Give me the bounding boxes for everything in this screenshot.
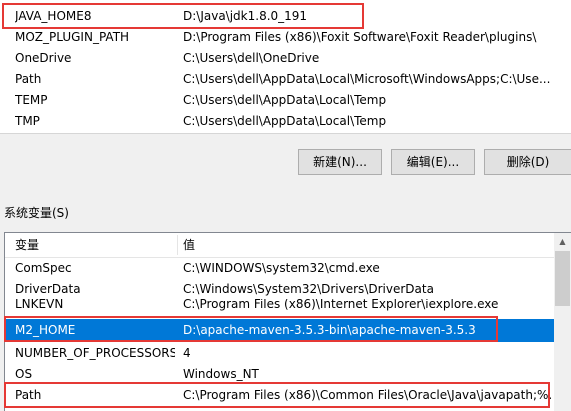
variable-name: NUMBER_OF_PROCESSORS: [15, 346, 175, 360]
variable-name: LNKEVN: [15, 299, 64, 311]
variable-name: Path: [15, 72, 42, 86]
user-variable-row[interactable]: MOZ_PLUGIN_PATH D:\Program Files (x86)\F…: [0, 27, 571, 48]
variable-name: JAVA_HOME8: [15, 9, 92, 23]
variable-value: C:\Program Files (x86)\Common Files\Orac…: [183, 388, 553, 402]
variable-value: D:\Java\jdk1.8.0_191: [183, 9, 308, 23]
edit-user-variable-button[interactable]: 编辑(E)...: [391, 149, 475, 175]
variable-name: OS: [15, 367, 33, 381]
variable-value: C:\Windows\System32\Drivers\DriverData: [183, 282, 434, 296]
variable-value: C:\Users\dell\AppData\Local\Microsoft\Wi…: [183, 72, 551, 86]
variable-value: C:\Users\dell\AppData\Local\Temp: [183, 93, 387, 107]
variable-name: TMP: [15, 114, 40, 128]
column-separator[interactable]: [177, 235, 178, 255]
column-header-variable[interactable]: 变量: [15, 233, 39, 257]
variable-value: D:\apache-maven-3.5.3-bin\apache-maven-3…: [183, 323, 476, 337]
variable-name: DriverData: [15, 282, 81, 296]
variable-value: C:\WINDOWS\system32\cmd.exe: [183, 261, 380, 275]
system-variable-row[interactable]: OS Windows_NT: [5, 364, 555, 385]
variable-name: ComSpec: [15, 261, 72, 275]
variable-value: D:\Program Files (x86)\Foxit Software\Fo…: [183, 30, 537, 44]
user-variable-row[interactable]: TEMP C:\Users\dell\AppData\Local\Temp: [0, 90, 571, 111]
environment-variables-dialog: JAVA_HOME8 D:\Java\jdk1.8.0_191 MOZ_PLUG…: [0, 0, 571, 411]
user-variable-row[interactable]: TMP C:\Users\dell\AppData\Local\Temp: [0, 111, 571, 132]
delete-user-variable-button[interactable]: 删除(D): [484, 149, 571, 175]
variable-value: C:\Program Files (x86)\Internet Explorer…: [183, 299, 499, 311]
variable-value: 4: [183, 346, 191, 360]
user-variable-row[interactable]: JAVA_HOME8 D:\Java\jdk1.8.0_191: [0, 6, 571, 27]
user-variables-list[interactable]: JAVA_HOME8 D:\Java\jdk1.8.0_191 MOZ_PLUG…: [0, 0, 571, 134]
system-variables-header: 变量 值: [5, 233, 555, 258]
variable-name: MOZ_PLUGIN_PATH: [15, 30, 130, 44]
user-variable-row[interactable]: OneDrive C:\Users\dell\OneDrive: [0, 48, 571, 69]
user-variable-row[interactable]: Path C:\Users\dell\AppData\Local\Microso…: [0, 69, 571, 90]
scroll-up-arrow-icon[interactable]: ▲: [554, 233, 571, 250]
vertical-scrollbar[interactable]: ▲: [554, 233, 571, 411]
system-variable-row[interactable]: Path C:\Program Files (x86)\Common Files…: [5, 385, 555, 406]
variable-value: C:\Users\dell\AppData\Local\Temp: [183, 114, 387, 128]
variable-value: Windows_NT: [183, 367, 259, 381]
variable-value: C:\Users\dell\OneDrive: [183, 51, 320, 65]
system-variable-row[interactable]: LNKEVN C:\Program Files (x86)\Internet E…: [5, 299, 555, 313]
system-variables-list[interactable]: 变量 值 ComSpec C:\WINDOWS\system32\cmd.exe…: [4, 232, 571, 411]
variable-name: TEMP: [15, 93, 48, 107]
scroll-thumb[interactable]: [555, 251, 570, 306]
new-user-variable-button[interactable]: 新建(N)...: [298, 149, 382, 175]
column-header-value[interactable]: 值: [183, 233, 195, 257]
system-variable-row[interactable]: NUMBER_OF_PROCESSORS 4: [5, 343, 555, 364]
system-variable-row[interactable]: DriverData C:\Windows\System32\Drivers\D…: [5, 279, 555, 300]
system-variable-row[interactable]: ComSpec C:\WINDOWS\system32\cmd.exe: [5, 258, 555, 279]
variable-name: M2_HOME: [15, 323, 76, 337]
variable-name: OneDrive: [15, 51, 72, 65]
variable-name: Path: [15, 388, 42, 402]
system-variable-row-selected[interactable]: M2_HOME D:\apache-maven-3.5.3-bin\apache…: [5, 319, 555, 342]
system-variables-label: 系统变量(S): [4, 206, 69, 220]
